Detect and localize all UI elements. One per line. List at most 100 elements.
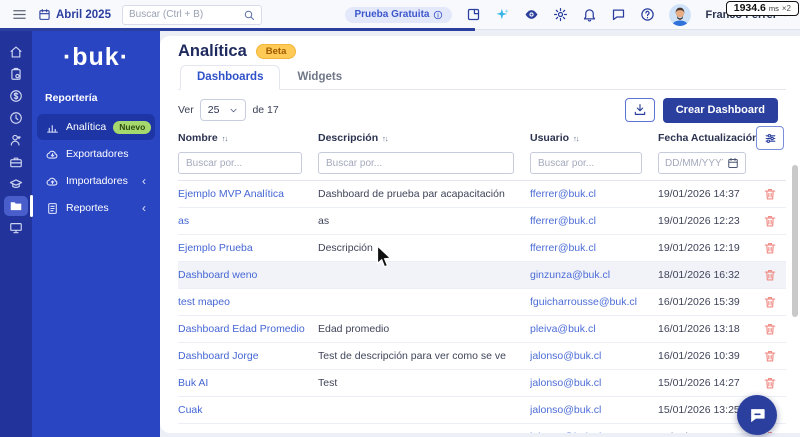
delete-trash-icon[interactable] [763,214,777,228]
search-icon[interactable] [243,9,255,21]
filter-descripcion-input[interactable] [318,152,514,174]
delete-trash-icon[interactable] [763,376,777,390]
eye-icon[interactable] [524,7,539,22]
table-row[interactable]: Cuak jalonso@buk.cl 15/01/2026 13:25 [178,397,786,424]
trial-badge[interactable]: Prueba Gratuita [345,6,453,23]
save-icon[interactable] [466,7,481,22]
table-row[interactable]: Dashboard Jorge Test de descripción para … [178,343,786,370]
dashboard-name-link[interactable]: Dashboard Jorge [178,350,318,362]
sidebar-item-reportes[interactable]: Reportes ‹ [37,195,155,221]
dashboard-updated-date: 16/01/2026 10:39 [658,350,740,362]
dashboard-name-link[interactable]: as [178,215,318,227]
ver-label: Ver [178,104,194,116]
tab-dashboards[interactable]: Dashboards [180,65,281,90]
sidebar-item-importadores[interactable]: Importadores ‹ [37,168,155,194]
column-header-nombre: Nombre ↑↓ [178,132,228,144]
dashboard-updated-date: 16/01/2026 13:18 [658,323,740,335]
rail-item-clock[interactable] [4,108,28,128]
sidebar-section-reporteria: Reportería [45,92,98,104]
row-actions [754,349,786,363]
download-button[interactable] [624,97,655,122]
hamburger-menu-icon[interactable] [12,7,27,22]
ai-sparkle-icon[interactable] [495,7,510,22]
chat-fab-button[interactable] [737,395,777,435]
column-header-usuario: Usuario ↑↓ [530,132,580,144]
rail-item-folder[interactable] [4,195,33,217]
search-input[interactable] [128,9,237,20]
table-row[interactable]: testetestjalonso@buk.cl14/01/2026 12:47 [178,424,786,433]
delete-trash-icon[interactable] [763,268,777,282]
delete-trash-icon[interactable] [763,241,777,255]
dashboard-name-link[interactable]: Dashboard Edad Promedio [178,323,318,335]
report-icon [46,202,59,215]
tab-widgets[interactable]: Widgets [280,65,359,90]
dashboard-name-link[interactable]: Buk AI [178,377,318,389]
table-row[interactable]: Ejemplo MVP Analítica Dashboard de prueba… [178,181,786,208]
sidebar-item-analitica[interactable]: Analítica Nuevo [37,114,155,140]
table-row[interactable]: Ejemplo Prueba Descripción fferrer@buk.cl 1… [178,235,786,262]
home-icon [9,45,23,59]
page-size-select[interactable]: 25 [199,99,247,121]
delete-trash-icon[interactable] [763,295,777,309]
rail-item-devices[interactable] [4,218,28,238]
table-row[interactable]: as as fferrer@buk.cl 19/01/2026 12:23 [178,208,786,235]
row-actions [754,322,786,336]
row-actions [754,187,786,201]
row-actions [754,214,786,228]
scrollbar-thumb[interactable] [792,165,798,317]
sort-icon[interactable]: ↑↓ [382,134,388,143]
dashboard-name-link[interactable]: teste [178,431,318,433]
dashboard-name-link[interactable]: test mapeo [178,296,318,308]
notifications-bell-icon[interactable] [582,7,597,22]
devices-icon [9,221,23,235]
messages-icon[interactable] [611,7,626,22]
avatar[interactable] [669,3,692,26]
gear-icon[interactable] [553,7,568,22]
rail-item-education[interactable] [4,174,28,194]
sidebar: ·buk· Reportería Analítica Nuevo Exportado… [32,30,160,437]
table-row[interactable]: Dashboard weno ginzunza@buk.cl 18/01/2026 … [178,262,786,289]
icon-rail [0,30,33,437]
delete-trash-icon[interactable] [763,349,777,363]
dashboard-user: jalonso@buk.cl [530,350,602,362]
column-settings-button[interactable] [756,126,784,150]
toolbar: Ver 25 de 17 Crear Dashboard [178,97,786,123]
filter-usuario-input[interactable] [530,152,642,174]
table-body: Ejemplo MVP Analítica Dashboard de prueba… [178,180,786,433]
page-title: Analítica [178,41,247,60]
dashboard-name-link[interactable]: Ejemplo Prueba [178,242,318,254]
dashboard-name-link[interactable]: Dashboard weno [178,269,318,281]
buk-logo: ·buk· [62,43,130,71]
table-row[interactable]: Buk AI Test jalonso@buk.cl 15/01/2026 14:27 [178,370,786,397]
dashboard-user: jalonso@buk.cl [530,377,602,389]
rail-item-clipboard[interactable] [4,64,28,84]
rail-item-briefcase[interactable] [4,152,28,172]
rail-item-people[interactable] [4,130,28,150]
sort-icon[interactable]: ↑↓ [573,134,579,143]
dashboard-name-link[interactable]: Cuak [178,404,318,416]
dashboard-updated-date: 19/01/2026 12:19 [658,242,740,254]
table-row[interactable]: test mapeo fguicharrousse@buk.cl 16/01/202… [178,289,786,316]
topbar: Abril 2025 Prueba Gratuita Franco Ferrer [0,0,800,31]
help-icon[interactable] [640,7,655,22]
table-row[interactable]: Dashboard Edad Promedio Edad promedio plei… [178,316,786,343]
chat-bubble-icon [748,406,767,425]
create-dashboard-button[interactable]: Crear Dashboard [662,97,778,123]
delete-trash-icon[interactable] [763,187,777,201]
sort-icon[interactable]: ↑↓ [222,134,228,143]
dashboard-name-link[interactable]: Ejemplo MVP Analítica [178,188,318,200]
dashboard-description: Descripción [318,242,373,254]
date-input[interactable] [665,157,723,169]
body: ·buk· Reportería Analítica Nuevo Exportado… [0,30,800,437]
rail-item-payments[interactable] [4,86,28,106]
nuevo-badge: Nuevo [113,120,152,134]
filter-fecha-input[interactable] [658,152,746,174]
row-actions [754,268,786,282]
payments-icon [9,89,23,103]
delete-trash-icon[interactable] [763,322,777,336]
sidebar-item-exportadores[interactable]: Exportadores [37,141,155,167]
people-icon [9,133,23,147]
rail-item-home[interactable] [4,42,28,62]
filter-nombre-input[interactable] [178,152,302,174]
period-selector[interactable]: Abril 2025 [38,8,111,21]
